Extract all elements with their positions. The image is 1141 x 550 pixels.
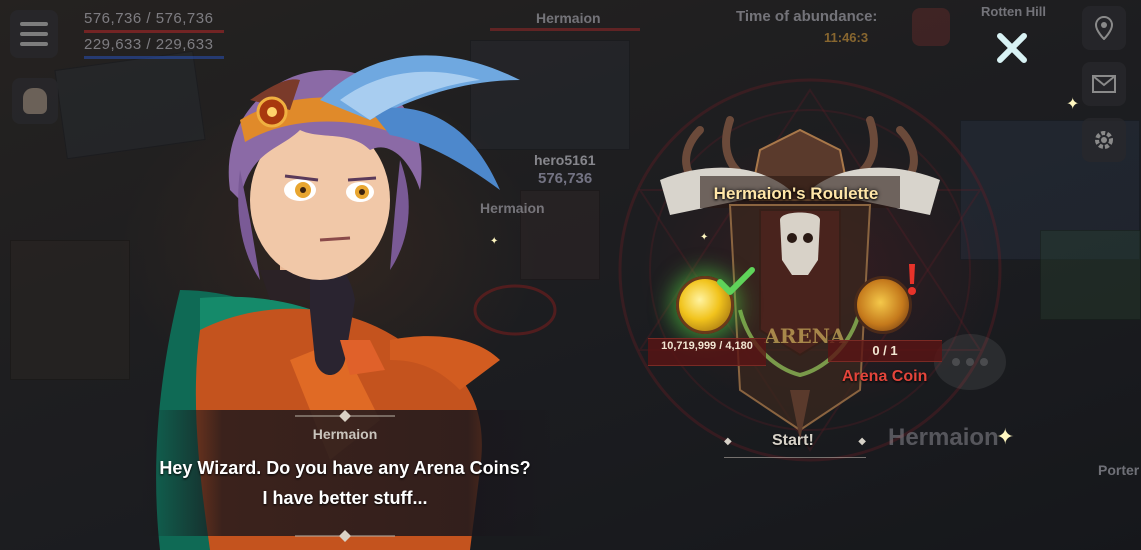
event-timer: 11:46:3 [824, 30, 869, 45]
target-name: Hermaion [536, 10, 601, 26]
mail-icon[interactable] [1082, 62, 1126, 106]
location-name: Rotten Hill [981, 4, 1046, 19]
gold-cost-value: 10,719,999 / 4,180 [661, 340, 753, 352]
dialogue-box[interactable]: Hermaion Hey Wizard. Do you have any Are… [140, 410, 550, 542]
event-emblem-icon[interactable] [912, 8, 950, 46]
sparkle-icon: ✦ [996, 424, 1015, 449]
roulette-title: Hermaion's Roulette [713, 184, 879, 203]
speaker-name: Hermaion [312, 426, 378, 442]
hp-text: 576,736 / 576,736 [84, 10, 214, 27]
gear-icon[interactable] [1082, 118, 1126, 162]
dialogue-line-2: I have better stuff... [262, 488, 428, 508]
porter-label: Porter [1098, 462, 1140, 478]
checkmark-icon [717, 267, 755, 295]
sparkle-icon: ✦ [700, 232, 709, 243]
hamburger-menu-icon[interactable] [10, 10, 58, 58]
player-hp: 576,736 [538, 170, 593, 187]
start-button-label[interactable]: Start! [772, 432, 814, 450]
sparkle-icon: ✦ [1066, 96, 1080, 113]
gold-cost-label: 10,719,999 / 4,180 [648, 338, 766, 366]
dialogue-line-1: Hey Wizard. Do you have any Arena Coins? [159, 458, 531, 478]
hp-bar [84, 30, 224, 33]
arena-coin-count: 0 / 1 [872, 343, 898, 358]
start-right-ornament: ◆ [858, 436, 866, 447]
close-x-icon[interactable] [994, 30, 1030, 66]
exclamation-icon [908, 264, 916, 295]
event-title: Time of abundance: [736, 8, 878, 25]
player-name: hero5161 [534, 152, 596, 168]
arena-coin-label: Arena Coin [842, 368, 928, 385]
inventory-bag-icon[interactable] [12, 78, 58, 124]
sparkle-icon: ✦ [490, 236, 499, 247]
dialogue-top-ornament [295, 410, 395, 422]
dialogue-bottom-ornament [295, 530, 395, 542]
target-hp-bar [490, 28, 640, 31]
start-left-ornament: ◆ [724, 436, 732, 447]
location-pin-icon[interactable] [1082, 6, 1126, 50]
arena-coin-count-box: 0 / 1 [828, 340, 942, 362]
